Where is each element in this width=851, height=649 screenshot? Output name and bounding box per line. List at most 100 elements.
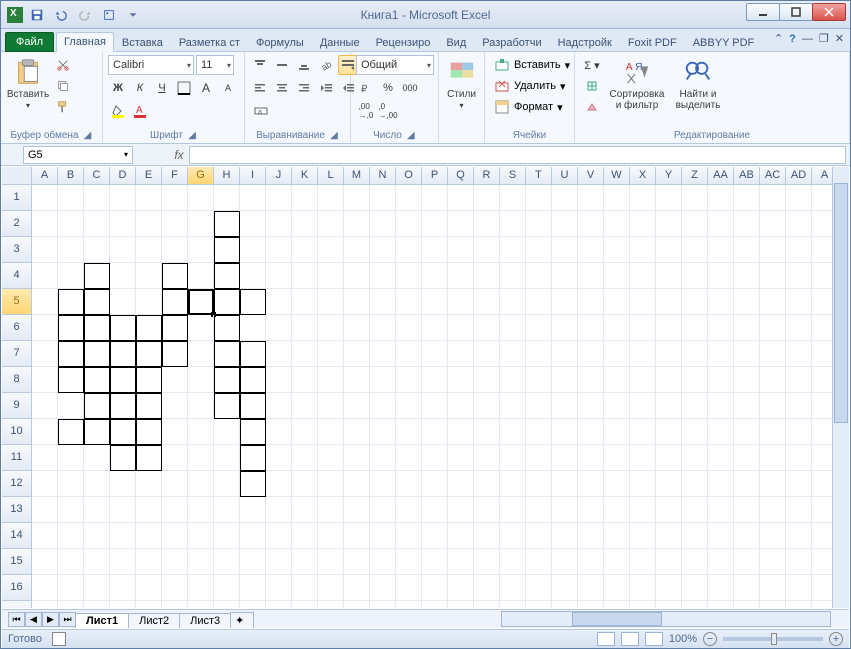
cell-Z11[interactable] [682, 445, 708, 471]
cell-G15[interactable] [188, 549, 214, 575]
cell-E1[interactable] [136, 185, 162, 211]
cell-F8[interactable] [162, 367, 188, 393]
cell-F6[interactable] [162, 315, 188, 341]
cell-V1[interactable] [578, 185, 604, 211]
cell-I12[interactable] [240, 471, 266, 497]
cell-V8[interactable] [578, 367, 604, 393]
cell-Q12[interactable] [448, 471, 474, 497]
bold-button[interactable]: Ж [108, 78, 128, 98]
cell-O7[interactable] [396, 341, 422, 367]
cell-D14[interactable] [110, 523, 136, 549]
cell-I17[interactable] [240, 601, 266, 608]
row-header-6[interactable]: 6 [2, 315, 32, 341]
cell-K12[interactable] [292, 471, 318, 497]
cell-W16[interactable] [604, 575, 630, 601]
cell-U10[interactable] [552, 419, 578, 445]
col-header-U[interactable]: U [552, 167, 578, 184]
row-header-16[interactable]: 16 [2, 575, 32, 601]
styles-button[interactable]: Стили▾ [444, 55, 479, 129]
cell-X12[interactable] [630, 471, 656, 497]
cell-AC2[interactable] [760, 211, 786, 237]
cell-E9[interactable] [136, 393, 162, 419]
cell-AC4[interactable] [760, 263, 786, 289]
cell-F17[interactable] [162, 601, 188, 608]
cell-J13[interactable] [266, 497, 292, 523]
cell-S4[interactable] [500, 263, 526, 289]
autosum-icon[interactable]: Σ ▾ [580, 55, 604, 75]
cell-H5[interactable] [214, 289, 240, 315]
cell-F11[interactable] [162, 445, 188, 471]
cell-L6[interactable] [318, 315, 344, 341]
cell-H15[interactable] [214, 549, 240, 575]
tab-home[interactable]: Главная [56, 32, 114, 52]
cell-P17[interactable] [422, 601, 448, 608]
cell-Y13[interactable] [656, 497, 682, 523]
cell-H16[interactable] [214, 575, 240, 601]
cell-D4[interactable] [110, 263, 136, 289]
cell-D7[interactable] [110, 341, 136, 367]
col-header-AC[interactable]: AC [760, 167, 786, 184]
cell-S5[interactable] [500, 289, 526, 315]
cell-O4[interactable] [396, 263, 422, 289]
cell-P12[interactable] [422, 471, 448, 497]
cell-I15[interactable] [240, 549, 266, 575]
cell-AD5[interactable] [786, 289, 812, 315]
cell-O3[interactable] [396, 237, 422, 263]
cell-S14[interactable] [500, 523, 526, 549]
cell-R5[interactable] [474, 289, 500, 315]
vertical-scrollbar[interactable] [832, 167, 849, 608]
cell-I7[interactable] [240, 341, 266, 367]
cell-N12[interactable] [370, 471, 396, 497]
cell-AC15[interactable] [760, 549, 786, 575]
align-bottom-icon[interactable] [294, 55, 314, 75]
cell-AB2[interactable] [734, 211, 760, 237]
cell-C2[interactable] [84, 211, 110, 237]
cell-T5[interactable] [526, 289, 552, 315]
cell-X3[interactable] [630, 237, 656, 263]
tab-insert[interactable]: Вставка [114, 33, 171, 52]
merge-button[interactable]: a [250, 101, 272, 121]
font-name-combo[interactable]: Calibri▾ [108, 55, 194, 75]
comma-icon[interactable]: 000 [400, 78, 420, 98]
cell-L9[interactable] [318, 393, 344, 419]
cell-B1[interactable] [58, 185, 84, 211]
number-dialog-icon[interactable]: ◢ [406, 131, 416, 141]
cell-S8[interactable] [500, 367, 526, 393]
find-select-button[interactable]: Найти и выделить [670, 55, 726, 129]
fx-icon[interactable]: fx [169, 148, 189, 162]
cell-I10[interactable] [240, 419, 266, 445]
cell-X14[interactable] [630, 523, 656, 549]
col-header-B[interactable]: B [58, 167, 84, 184]
cell-Q15[interactable] [448, 549, 474, 575]
cell-Q7[interactable] [448, 341, 474, 367]
cell-N9[interactable] [370, 393, 396, 419]
window-minimize-icon[interactable]: — [802, 33, 813, 45]
cell-T11[interactable] [526, 445, 552, 471]
cell-U4[interactable] [552, 263, 578, 289]
cell-M17[interactable] [344, 601, 370, 608]
cell-W17[interactable] [604, 601, 630, 608]
cell-E16[interactable] [136, 575, 162, 601]
cell-AD6[interactable] [786, 315, 812, 341]
cell-C3[interactable] [84, 237, 110, 263]
macro-record-icon[interactable] [52, 632, 66, 646]
cell-E7[interactable] [136, 341, 162, 367]
cell-H1[interactable] [214, 185, 240, 211]
cell-AA12[interactable] [708, 471, 734, 497]
cell-AB5[interactable] [734, 289, 760, 315]
cell-C13[interactable] [84, 497, 110, 523]
cell-J8[interactable] [266, 367, 292, 393]
cell-M2[interactable] [344, 211, 370, 237]
cell-M8[interactable] [344, 367, 370, 393]
cell-O12[interactable] [396, 471, 422, 497]
row-header-17[interactable]: 17 [2, 601, 32, 608]
cell-O9[interactable] [396, 393, 422, 419]
cell-W4[interactable] [604, 263, 630, 289]
cell-D9[interactable] [110, 393, 136, 419]
cell-B14[interactable] [58, 523, 84, 549]
fill-icon[interactable] [580, 76, 604, 96]
cell-J1[interactable] [266, 185, 292, 211]
cell-J7[interactable] [266, 341, 292, 367]
cell-Y5[interactable] [656, 289, 682, 315]
cell-L17[interactable] [318, 601, 344, 608]
